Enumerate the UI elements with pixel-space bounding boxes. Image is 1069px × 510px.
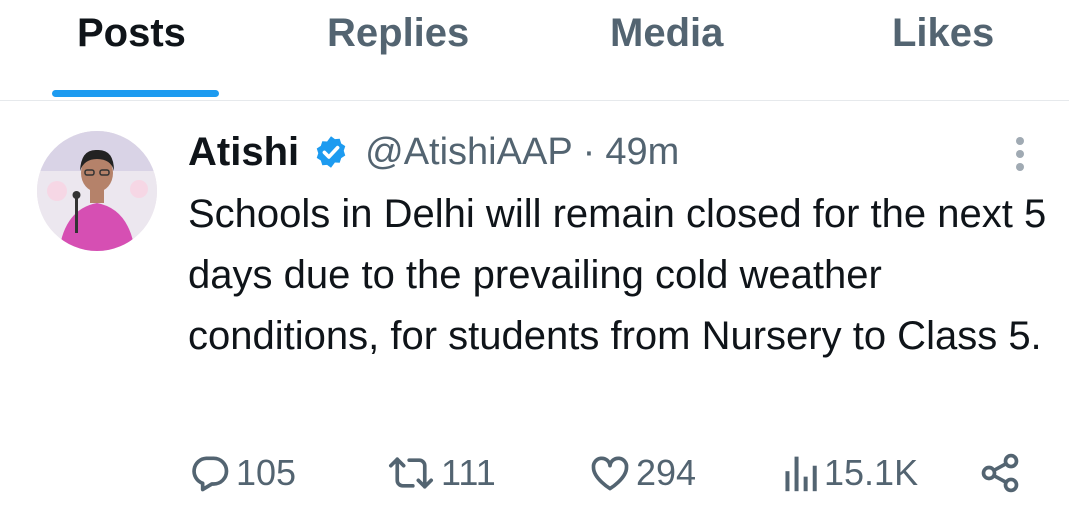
views-icon — [785, 456, 817, 492]
active-tab-indicator — [52, 90, 219, 97]
more-vertical-icon — [1016, 137, 1024, 171]
separator-dot: · — [582, 130, 596, 173]
author-name[interactable]: Atishi — [188, 130, 299, 175]
reply-button[interactable]: 105 — [188, 448, 296, 498]
share-button[interactable] — [978, 448, 1022, 498]
views-count: 15.1K — [824, 452, 919, 493]
share-icon — [981, 453, 1019, 493]
author-handle[interactable]: @AtishiAAP — [365, 131, 573, 174]
post-timestamp[interactable]: 49m — [605, 131, 679, 174]
views-button[interactable]: 15.1K — [780, 448, 918, 498]
verified-badge-icon — [316, 136, 346, 168]
reply-count: 105 — [236, 452, 297, 493]
tab-media[interactable]: Media — [610, 8, 723, 58]
avatar-photo — [37, 131, 157, 251]
repost-button[interactable]: 111 — [385, 448, 496, 498]
profile-tabs: Posts Replies Media Likes — [0, 0, 1069, 101]
post-header: Atishi @AtishiAAP · 49m — [188, 128, 679, 176]
post-text: Schools in Delhi will remain closed for … — [188, 192, 1047, 358]
tab-replies[interactable]: Replies — [327, 8, 469, 58]
tab-likes[interactable]: Likes — [892, 8, 994, 58]
avatar[interactable] — [37, 131, 157, 251]
more-options-button[interactable] — [1005, 134, 1035, 174]
like-count: 294 — [636, 452, 697, 493]
repost-icon — [389, 457, 433, 489]
reply-icon — [192, 456, 229, 492]
repost-count: 111 — [441, 452, 496, 493]
like-icon — [591, 456, 629, 491]
like-button[interactable]: 294 — [588, 448, 696, 498]
tab-posts[interactable]: Posts — [77, 8, 186, 58]
